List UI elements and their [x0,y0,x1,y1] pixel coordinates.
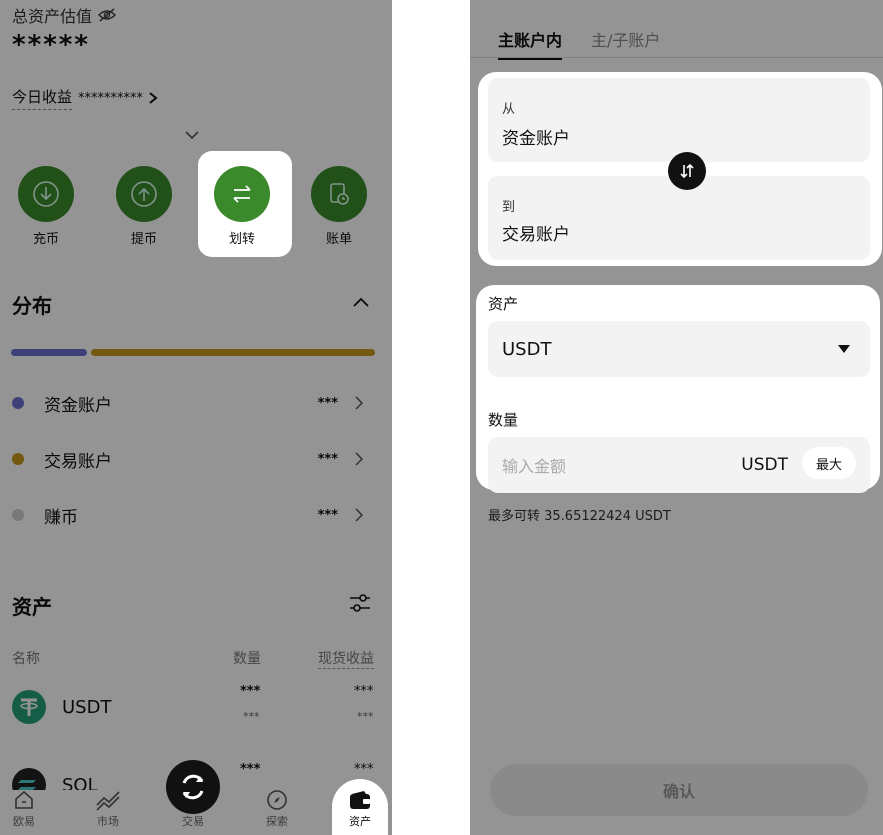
assets-title: 资产 [12,595,52,619]
today-pnl-link[interactable]: 今日收益 ********** [12,86,159,110]
from-to-card: 从 资金账户 到 交易账户 [478,72,882,266]
chevron-right-icon [355,396,364,410]
asset-select[interactable]: USDT [488,321,870,377]
swap-vertical-icon [680,163,694,179]
transfer-screen: 主账户内 主/子账户 从 资金账户 到 交易账户 资产 USDT 数量 输入金额… [470,0,883,835]
confirm-button[interactable]: 确认 [490,764,868,816]
bill-icon [330,183,349,205]
legend-dot [12,453,24,465]
trade-fab-button[interactable] [166,760,220,814]
swap-direction-button[interactable] [668,152,706,190]
legend-dot [12,509,24,521]
col-qty-header: 数量 [233,651,261,667]
legend-dot [12,397,24,409]
deposit-button[interactable]: 充币 [11,166,81,247]
amount-input[interactable]: 输入金额 USDT 最大 [488,437,870,493]
distribution-row[interactable]: 赚币 *** [12,501,374,529]
tab-sub-account[interactable]: 主/子账户 [591,27,660,51]
screen-gap [392,0,470,835]
caret-down-icon [838,345,850,353]
chevron-down-icon[interactable] [184,130,200,140]
max-button[interactable]: 最大 [802,447,856,479]
from-account-field[interactable]: 从 资金账户 [488,78,870,162]
transfer-button[interactable]: 划转 [207,166,277,247]
transfer-icon [233,185,251,203]
chevron-right-icon [355,508,364,522]
asset-amount-card: 资产 USDT 数量 输入金额 USDT 最大 [476,285,880,493]
explore-icon [267,790,287,810]
eye-off-icon[interactable] [98,8,117,22]
distribution-row[interactable]: 资金账户 *** [12,389,374,417]
distribution-bar-trading [90,349,375,356]
table-row[interactable]: USDT [12,690,111,724]
withdraw-button[interactable]: 提币 [109,166,179,247]
nav-home[interactable]: 欧易 [0,787,54,835]
tab-divider [470,57,883,58]
nav-assets[interactable]: 资产 [330,787,390,835]
chevron-right-icon [149,92,158,104]
market-icon [96,791,120,811]
nav-explore[interactable]: 探索 [247,787,307,835]
total-asset-value: ***** [12,30,90,60]
bill-button[interactable]: 账单 [304,166,374,247]
distribution-bar-funding [11,349,87,356]
nav-market[interactable]: 市场 [78,787,138,835]
deposit-icon [33,181,59,207]
swap-arrows-icon [182,774,204,800]
col-pnl-header[interactable]: 现货收益 [318,648,374,669]
max-available-text: 最多可转 35.65122424 USDT [488,509,671,524]
distribution-title: 分布 [12,294,52,318]
distribution-row[interactable]: 交易账户 *** [12,445,374,473]
chevron-right-icon [355,452,364,466]
tab-main-account[interactable]: 主账户内 [498,27,563,60]
filter-sliders-icon[interactable] [349,593,371,613]
home-icon [15,790,33,809]
withdraw-icon [131,181,157,207]
asset-screen: 总资产估值 ***** 今日收益 ********** 充币 提币 划转 账单 … [0,0,392,835]
chevron-up-icon[interactable] [352,296,370,308]
total-asset-label: 总资产估值 [12,3,117,27]
usdt-icon [12,690,46,724]
col-name-header: 名称 [12,651,40,667]
wallet-icon [350,791,370,809]
